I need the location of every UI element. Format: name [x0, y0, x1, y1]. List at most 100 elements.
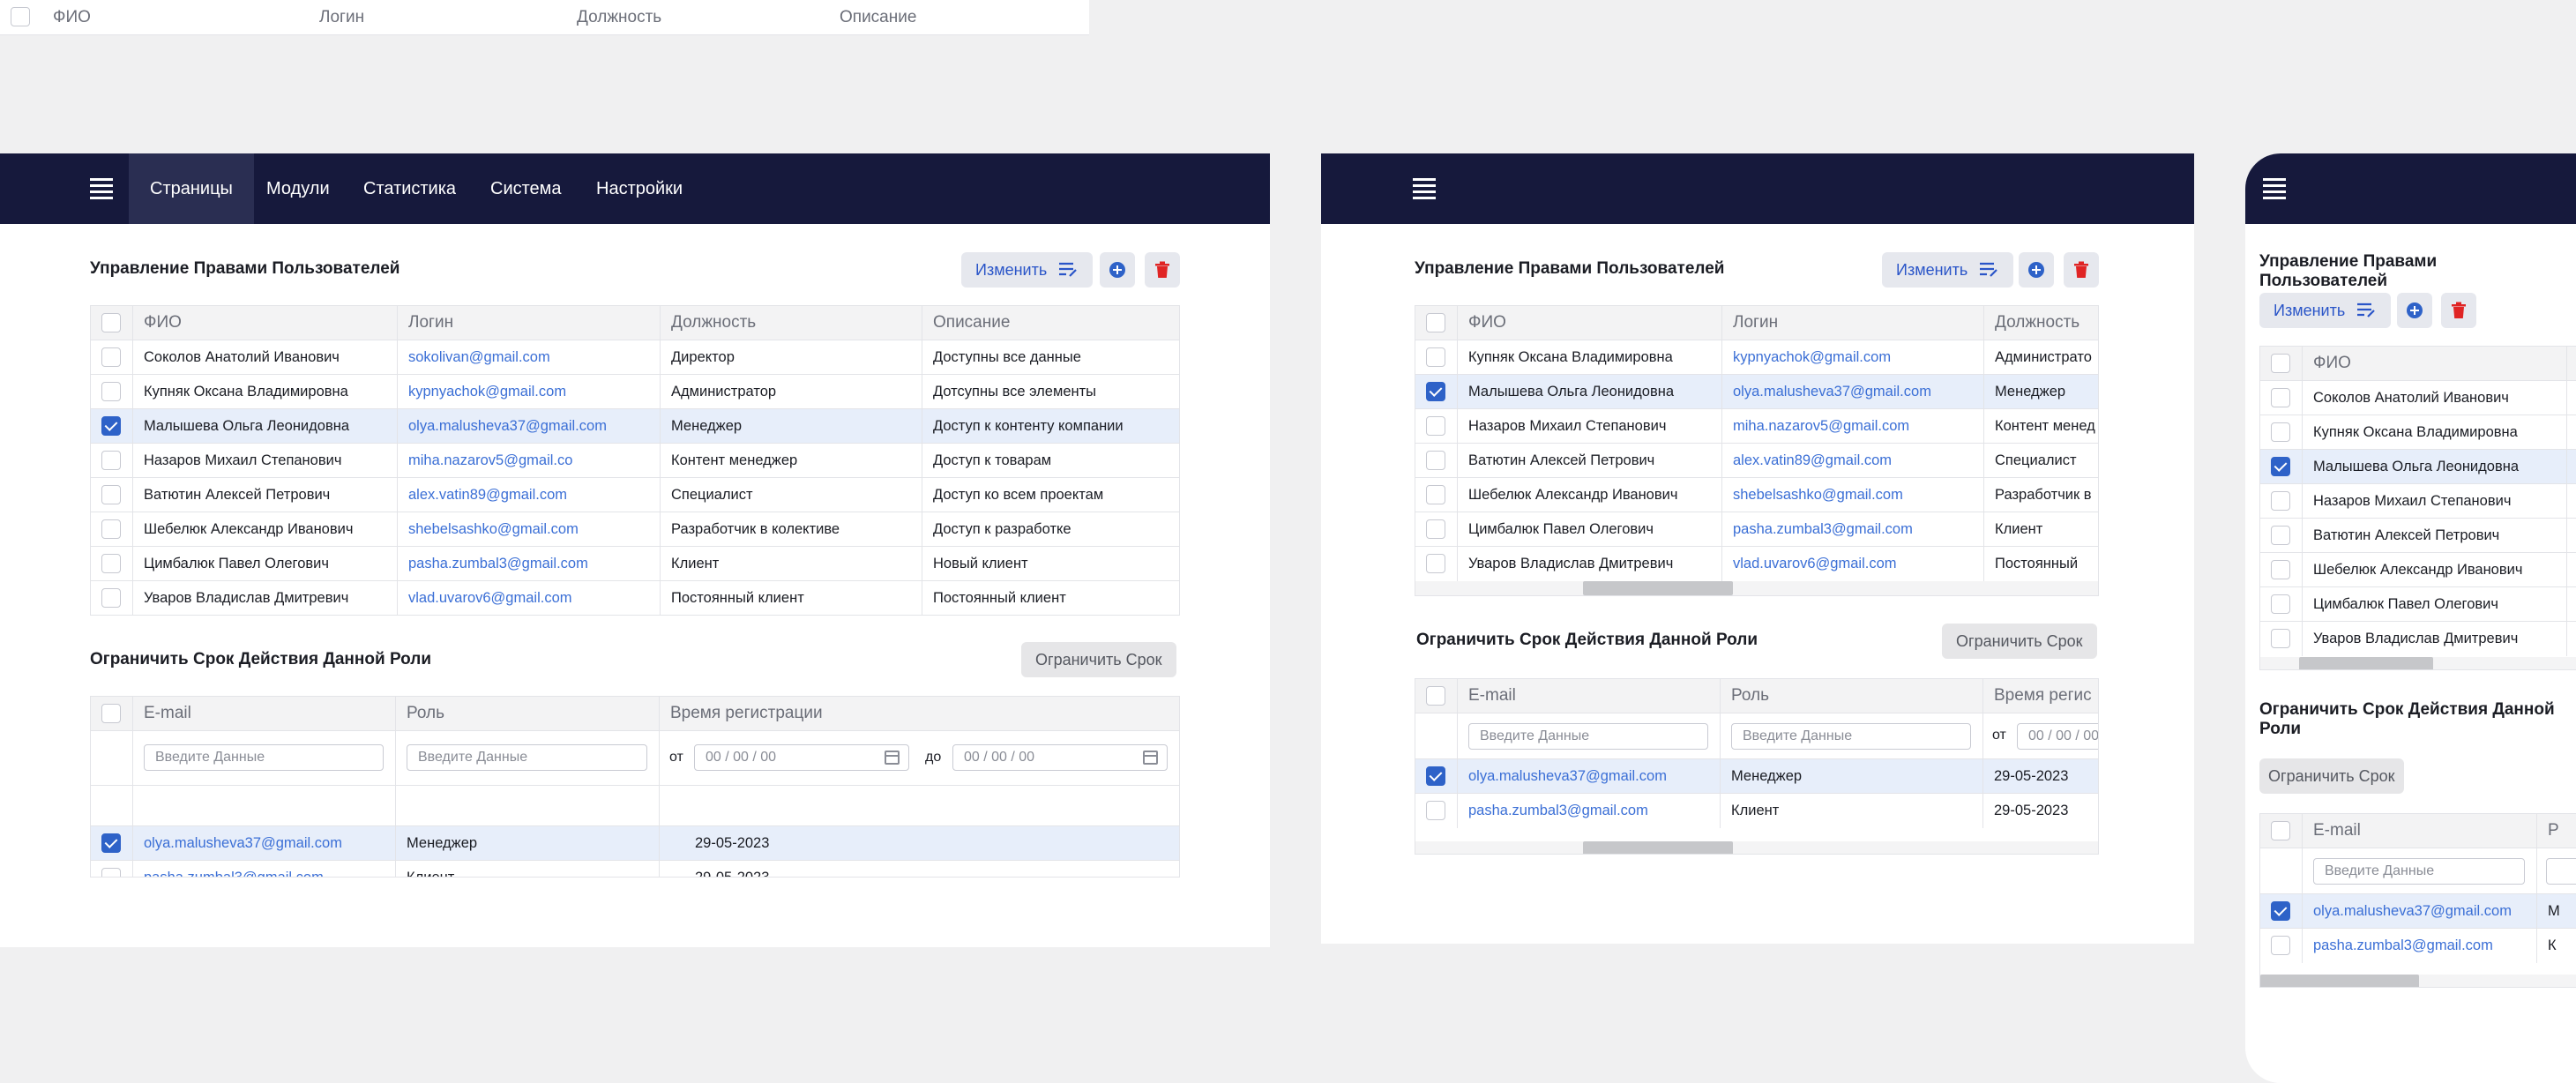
table-row[interactable]: Назаров Михаил Степанович miha.nazarov5@g… — [1415, 409, 2098, 444]
row-checkbox[interactable] — [1426, 450, 1445, 470]
table-row[interactable]: Малышева Ольга Леонидовнаoly — [2260, 450, 2576, 484]
date-from-input[interactable]: 00 / 00 / 00 — [2017, 723, 2098, 750]
row-checkbox[interactable] — [1426, 519, 1445, 539]
select-all-checkbox[interactable] — [1426, 686, 1445, 706]
row-checkbox[interactable] — [101, 415, 121, 436]
select-all-checkbox[interactable] — [11, 7, 30, 26]
row-checkbox[interactable] — [101, 347, 121, 367]
menu-icon[interactable] — [1413, 178, 1436, 199]
table-row[interactable]: Цимбалюк Павел Олегович pasha.zumbal3@gma… — [1415, 512, 2098, 547]
table-row[interactable]: Уваров Владислав Дмитревич vlad.uvarov6@g… — [1415, 547, 2098, 581]
limit-term-button[interactable]: Ограничить Срок — [1942, 624, 2097, 659]
horizontal-scrollbar[interactable] — [2260, 975, 2576, 987]
user-login-link[interactable]: vlad.uvarov6@gmail.com — [397, 581, 660, 615]
row-checkbox[interactable] — [2271, 628, 2290, 648]
user-login-link[interactable]: sh — [2566, 553, 2576, 586]
table-row[interactable]: Назаров Михаил Степановичmi — [2260, 484, 2576, 519]
role-filter-input[interactable]: Введите Данные — [407, 744, 647, 771]
menu-icon[interactable] — [90, 178, 113, 199]
row-checkbox[interactable] — [2271, 559, 2290, 579]
user-login-link[interactable]: alex.vatin89@gmail.com — [397, 478, 660, 512]
user-login-link[interactable]: kypnyachok@gmail.com — [1721, 340, 1983, 374]
table-row[interactable]: Ватютин Алексей Петрович alex.vatin89@gma… — [91, 478, 1179, 512]
horizontal-scrollbar[interactable] — [1415, 581, 2098, 595]
user-login-link[interactable]: mi — [2566, 484, 2576, 518]
delete-button[interactable] — [1145, 252, 1180, 288]
table-row[interactable]: Уваров Владислав Дмитревичvla — [2260, 622, 2576, 656]
user-login-link[interactable]: miha.nazarov5@gmail.com — [1721, 409, 1983, 443]
edit-button[interactable]: Изменить — [2259, 293, 2392, 328]
row-checkbox[interactable] — [1426, 381, 1445, 401]
user-login-link[interactable]: shebelsashko@gmail.com — [397, 512, 660, 546]
horizontal-scrollbar[interactable] — [1415, 841, 2098, 854]
table-row[interactable]: olya.malusheva37@gmail.com Менеджер 29-05-… — [1415, 759, 2098, 794]
user-login-link[interactable]: olya.malusheva37@gmail.com — [1721, 375, 1983, 408]
table-row[interactable]: Купняк Оксана Владимировна kypnyachok@gma… — [1415, 340, 2098, 375]
row-checkbox[interactable] — [1426, 553, 1445, 573]
row-checkbox[interactable] — [1426, 484, 1445, 504]
email-filter-input[interactable]: Введите Данные — [2313, 858, 2525, 885]
table-row[interactable]: olya.malusheva37@gmail.com Менеджер 29-05-… — [91, 826, 1179, 861]
row-checkbox[interactable] — [2271, 422, 2290, 442]
row-checkbox[interactable] — [2271, 900, 2290, 921]
nav-item-modules[interactable]: Модули — [245, 153, 351, 224]
edit-button[interactable]: Изменить — [961, 252, 1094, 288]
edit-button[interactable]: Изменить — [1882, 252, 2014, 288]
row-checkbox[interactable] — [1426, 800, 1445, 820]
table-row[interactable]: Шебелюк Александр Ивановичsh — [2260, 553, 2576, 587]
table-row[interactable]: Купняк Оксана Владимировнаky — [2260, 415, 2576, 450]
date-from-input[interactable]: 00 / 00 / 00 — [694, 744, 909, 771]
table-row[interactable]: olya.malusheva37@gmail.com М — [2260, 894, 2576, 929]
role-filter-input[interactable]: Введите Данные — [1731, 723, 1971, 750]
table-row[interactable]: Шебелюк Александр Иванович shebelsashko@g… — [1415, 478, 2098, 512]
table-row[interactable]: Цимбалюк Павел Олеговичpa — [2260, 587, 2576, 622]
row-checkbox[interactable] — [101, 867, 121, 877]
row-checkbox[interactable] — [2271, 456, 2290, 476]
table-row[interactable]: Цимбалюк Павел Олегович pasha.zumbal3@gma… — [91, 547, 1179, 581]
user-login-link[interactable]: so — [2566, 381, 2576, 415]
row-checkbox[interactable] — [1426, 766, 1445, 786]
nav-item-settings[interactable]: Настройки — [575, 153, 704, 224]
select-all-checkbox[interactable] — [2271, 354, 2290, 373]
table-row[interactable]: Соколов Анатолий Ивановичso — [2260, 381, 2576, 415]
row-checkbox[interactable] — [2271, 490, 2290, 511]
user-login-link[interactable]: pa — [2566, 587, 2576, 621]
nav-item-statistics[interactable]: Статистика — [342, 153, 477, 224]
table-row[interactable]: Уваров Владислав Дмитревич vlad.uvarov6@g… — [91, 581, 1179, 615]
table-row[interactable]: Шебелюк Александр Иванович shebelsashko@g… — [91, 512, 1179, 547]
table-row[interactable]: Купняк Оксана Владимировна kypnyachok@gma… — [91, 375, 1179, 409]
table-row[interactable]: pasha.zumbal3@gmail.com Клиент 29-05-2023 — [1415, 794, 2098, 828]
select-all-checkbox[interactable] — [101, 704, 121, 723]
select-all-checkbox[interactable] — [1426, 313, 1445, 332]
user-login-link[interactable]: ale — [2566, 519, 2576, 552]
table-row[interactable]: Назаров Михаил Степанович miha.nazarov5@g… — [91, 444, 1179, 478]
registration-email-link[interactable]: olya.malusheva37@gmail.com — [132, 826, 395, 860]
table-row[interactable]: Ватютин Алексей Петровичale — [2260, 519, 2576, 553]
table-row[interactable]: Соколов Анатолий Иванович sokolivan@gmail… — [91, 340, 1179, 375]
registration-email-link[interactable]: pasha.zumbal3@gmail.com — [1457, 794, 1720, 828]
row-checkbox[interactable] — [101, 519, 121, 539]
select-all-checkbox[interactable] — [2271, 821, 2290, 840]
limit-term-button[interactable]: Ограничить Срок — [1021, 642, 1176, 677]
user-login-link[interactable]: alex.vatin89@gmail.com — [1721, 444, 1983, 477]
table-row[interactable]: pasha.zumbal3@gmail.com К — [2260, 929, 2576, 963]
row-checkbox[interactable] — [101, 553, 121, 573]
user-login-link[interactable]: ky — [2566, 415, 2576, 449]
registration-email-link[interactable]: olya.malusheva37@gmail.com — [1457, 759, 1720, 793]
menu-icon[interactable] — [2263, 178, 2286, 199]
delete-button[interactable] — [2441, 293, 2476, 328]
table-row[interactable]: Ватютин Алексей Петрович alex.vatin89@gma… — [1415, 444, 2098, 478]
user-login-link[interactable]: sokolivan@gmail.com — [397, 340, 660, 374]
add-button[interactable] — [2397, 293, 2432, 328]
row-checkbox[interactable] — [1426, 415, 1445, 436]
email-filter-input[interactable]: Введите Данные — [1468, 723, 1708, 750]
row-checkbox[interactable] — [101, 450, 121, 470]
row-checkbox[interactable] — [2271, 525, 2290, 545]
user-login-link[interactable]: miha.nazarov5@gmail.co — [397, 444, 660, 477]
delete-button[interactable] — [2064, 252, 2099, 288]
row-checkbox[interactable] — [2271, 594, 2290, 614]
calendar-icon[interactable] — [885, 751, 900, 765]
calendar-icon[interactable] — [1143, 751, 1158, 765]
row-checkbox[interactable] — [2271, 935, 2290, 955]
user-login-link[interactable]: vlad.uvarov6@gmail.com — [1721, 547, 1983, 581]
